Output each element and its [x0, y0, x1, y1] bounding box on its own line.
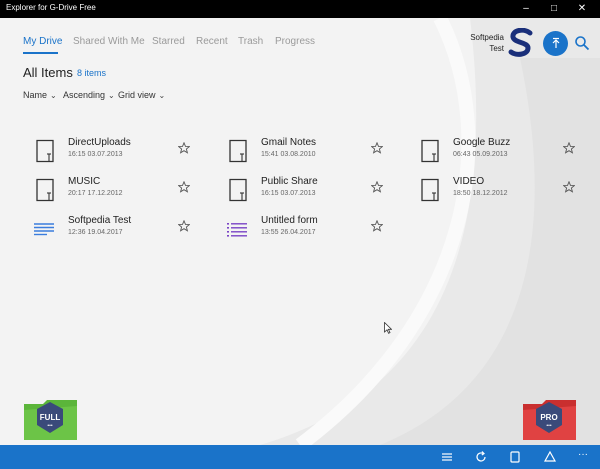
page-title: All Items	[23, 65, 73, 80]
file-date: 12:36 19.04.2017	[68, 229, 123, 236]
tab-starred[interactable]: Starred	[152, 36, 185, 47]
app-window: My Drive Shared With Me Starred Recent T…	[0, 18, 600, 445]
softpedia-logo-icon	[508, 28, 533, 57]
maximize-button[interactable]: □	[540, 0, 568, 18]
minimize-button[interactable]: –	[512, 0, 540, 18]
file-item[interactable]: Softpedia Test 12:36 19.04.2017	[24, 215, 199, 247]
select-mode-icon[interactable]	[508, 450, 522, 464]
file-date: 16:15 03.07.2013	[261, 190, 316, 197]
file-name: Google Buzz	[453, 137, 511, 148]
mouse-cursor-icon	[384, 322, 392, 334]
folder-icon	[419, 178, 441, 202]
sort-order-dropdown[interactable]: Ascending ⌄	[63, 90, 115, 100]
list-view-icon[interactable]	[440, 450, 454, 464]
title-bar: Explorer for G-Drive Free – □ ✕	[0, 0, 600, 18]
file-name: Public Share	[261, 176, 318, 187]
pro-version-badge[interactable]: PRO •••	[522, 396, 577, 441]
tab-progress[interactable]: Progress	[275, 36, 315, 47]
tab-shared-with-me[interactable]: Shared With Me	[73, 36, 145, 47]
file-name: Softpedia Test	[68, 215, 132, 226]
star-icon[interactable]	[177, 180, 191, 193]
file-name: MUSIC	[68, 176, 101, 187]
svg-text:•••: •••	[546, 423, 552, 429]
view-mode-dropdown[interactable]: Grid view ⌄	[118, 90, 165, 100]
user-name[interactable]: Softpedia Test	[456, 32, 504, 54]
upload-icon	[552, 37, 559, 48]
pro-badge-icon: PRO •••	[523, 400, 576, 440]
full-badge-label: FULL	[40, 413, 61, 422]
active-tab-indicator	[23, 52, 58, 54]
file-item[interactable]: MUSIC 20:17 17.12.2012	[24, 176, 199, 208]
refresh-icon[interactable]	[474, 450, 488, 464]
tab-my-drive[interactable]: My Drive	[23, 36, 62, 47]
view-mode-label: Grid view	[118, 90, 156, 100]
star-icon[interactable]	[370, 180, 384, 193]
chevron-down-icon: ⌄	[50, 91, 57, 100]
file-date: 18:50 18.12.2012	[453, 190, 508, 197]
folder-icon	[419, 139, 441, 163]
file-name: Gmail Notes	[261, 137, 317, 148]
star-icon[interactable]	[370, 141, 384, 154]
user-first-name: Softpedia	[470, 33, 504, 42]
document-icon	[33, 217, 57, 241]
upload-button[interactable]	[543, 31, 568, 56]
more-options-icon[interactable]: ···	[578, 449, 592, 463]
svg-text:•••: •••	[47, 423, 53, 429]
form-icon	[226, 217, 250, 241]
pro-badge-label: PRO	[540, 413, 557, 422]
file-date: 16:15 03.07.2013	[68, 151, 123, 158]
search-icon[interactable]	[574, 35, 590, 51]
user-last-name: Test	[489, 44, 504, 53]
chevron-down-icon: ⌄	[108, 91, 115, 100]
star-icon[interactable]	[562, 141, 576, 154]
chevron-down-icon: ⌄	[158, 91, 166, 100]
folder-icon	[34, 139, 56, 163]
star-icon[interactable]	[370, 219, 384, 232]
recycle-icon[interactable]	[543, 450, 557, 464]
star-icon[interactable]	[562, 180, 576, 193]
file-item[interactable]: DirectUploads 16:15 03.07.2013	[24, 137, 199, 169]
file-date: 20:17 17.12.2012	[68, 190, 123, 197]
star-icon[interactable]	[177, 219, 191, 232]
sort-by-label: Name	[23, 90, 48, 100]
full-version-badge[interactable]: FULL •••	[23, 396, 78, 441]
file-name: VIDEO	[453, 176, 485, 187]
folder-icon	[227, 178, 249, 202]
file-item[interactable]: Google Buzz 06:43 05.09.2013	[409, 137, 584, 169]
file-item[interactable]: Untitled form 13:55 26.04.2017	[217, 215, 392, 247]
sort-by-dropdown[interactable]: Name ⌄	[23, 90, 57, 100]
folder-icon	[227, 139, 249, 163]
folder-icon	[34, 178, 56, 202]
file-date: 15:41 03.08.2010	[261, 151, 316, 158]
command-bar: ···	[0, 445, 600, 469]
sort-order-label: Ascending	[63, 90, 106, 100]
file-date: 13:55 26.04.2017	[261, 229, 316, 236]
file-name: Untitled form	[261, 215, 318, 226]
file-date: 06:43 05.09.2013	[453, 151, 508, 158]
tab-trash[interactable]: Trash	[238, 36, 263, 47]
file-item[interactable]: Public Share 16:15 03.07.2013	[217, 176, 392, 208]
item-count: 8 items	[77, 68, 107, 78]
file-item[interactable]: VIDEO 18:50 18.12.2012	[409, 176, 584, 208]
tab-recent[interactable]: Recent	[196, 36, 228, 47]
close-button[interactable]: ✕	[568, 0, 596, 18]
full-badge-icon: FULL •••	[24, 400, 77, 440]
file-name: DirectUploads	[68, 137, 131, 148]
window-title: Explorer for G-Drive Free	[6, 3, 96, 12]
file-item[interactable]: Gmail Notes 15:41 03.08.2010	[217, 137, 392, 169]
star-icon[interactable]	[177, 141, 191, 154]
